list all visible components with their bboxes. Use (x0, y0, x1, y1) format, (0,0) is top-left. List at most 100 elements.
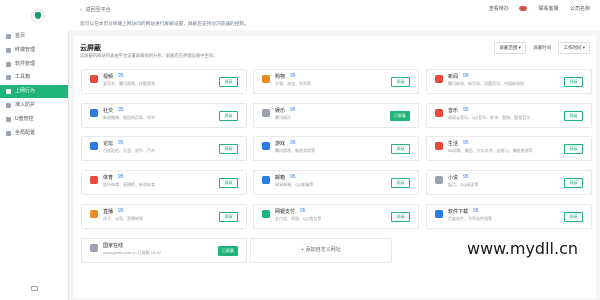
block-button[interactable]: 屏蔽 (219, 111, 238, 121)
category-name: 音乐 (448, 108, 459, 114)
category-icon (435, 176, 443, 184)
top-bar-actions: 查看待办 99 联系客服 公司名称 (469, 5, 590, 12)
block-button[interactable]: 屏蔽 (219, 77, 238, 87)
category-name: 小说 (448, 175, 459, 181)
todo-badge: 99 (518, 6, 528, 11)
category-description: 百度贴吧、天涯、虎扑、汽车 (103, 148, 155, 153)
category-icon (435, 75, 443, 83)
block-button[interactable]: 屏蔽 (391, 178, 410, 188)
panel-subtitle: 云屏蔽的网站列表由平台设置屏蔽规则分析，屏蔽后在终端设备中生效。 (80, 53, 218, 58)
category-score: 95 (118, 208, 124, 214)
category-name: 国家在线 (103, 243, 124, 249)
category-score: 95 (118, 107, 124, 113)
filters: 屏蔽范围 ▾ 屏蔽时间 工作时间 ▾ (488, 42, 590, 54)
category-card: 直播 95 虎牙、斗鱼、直播吧等 屏蔽 (81, 204, 247, 229)
category-card: 生活 95 58同城、美团、大众点评、去哪儿、携程旅游等 屏蔽 (426, 136, 592, 161)
block-button[interactable]: 屏蔽 (564, 144, 583, 154)
category-score: 95 (463, 73, 469, 79)
sidebar-item-label: U盘管控 (15, 115, 34, 122)
app-logo (31, 9, 45, 23)
category-description: 网易云音乐、QQ音乐、虾米、酷狗、酷我音乐 (448, 115, 531, 120)
sidebar-item[interactable]: 终端管理 (0, 44, 68, 57)
category-name: 娱乐 (275, 108, 286, 114)
usb-icon (6, 116, 11, 122)
category-card: 小说 95 起点、QQ阅读等 屏蔽 (426, 170, 592, 195)
category-score: 95 (290, 107, 296, 113)
category-description: 虎牙、斗鱼、直播吧等 (103, 216, 143, 221)
category-card: 购物 95 天猫、淘宝、京东等 屏蔽 (253, 69, 419, 94)
block-button[interactable]: 屏蔽 (564, 77, 583, 87)
category-card: 论坛 95 百度贴吧、天涯、虎扑、汽车 屏蔽 (81, 136, 247, 161)
category-icon (435, 210, 443, 218)
sidebar-item[interactable]: 首页 (0, 30, 68, 43)
category-icon (90, 75, 98, 83)
sidebar-item[interactable]: 上网行为 (0, 85, 68, 99)
internet-behavior-icon (6, 89, 11, 95)
category-name: 体育 (103, 175, 114, 181)
category-description: 支付宝、网银、QQ钱包等 (275, 216, 322, 221)
category-score: 95 (300, 208, 306, 214)
category-score: 95 (118, 73, 124, 79)
top-bar: ‹ 返回至平台 查看待办 99 联系客服 公司名称 (68, 0, 600, 19)
block-button[interactable]: 已屏蔽 (218, 246, 238, 256)
block-button[interactable]: 屏蔽 (391, 144, 410, 154)
category-description: 新浪微博、微信网页版、知乎 (103, 115, 155, 120)
sidebar-item-label: 终端管理 (15, 46, 36, 53)
block-button[interactable]: 屏蔽 (219, 212, 238, 222)
chevron-left-icon: ‹ (80, 7, 82, 13)
sidebar-item[interactable]: 软件管理 (0, 58, 68, 71)
sidebar: 首页终端管理软件管理工具箱上网行为准入防护 U盘管控全局配置 (0, 0, 69, 300)
sidebar-item-label: 软件管理 (15, 60, 36, 67)
home-icon (6, 34, 11, 39)
category-score: 95 (290, 140, 296, 146)
category-name: 社交 (103, 108, 114, 114)
category-card: 视频 95 爱奇艺、腾讯视频、优酷视频 屏蔽 (81, 69, 247, 94)
block-time-select[interactable]: 工作时间 ▾ (558, 42, 590, 54)
notice-text: 您可以在本页对终端上网访问的网站进行屏蔽设置，屏蔽后支持对浏览器的控制。 (80, 21, 249, 26)
category-name: 视频 (103, 74, 114, 80)
category-card: 社交 95 新浪微博、微信网页版、知乎 屏蔽 (81, 103, 247, 128)
block-range-select[interactable]: 屏蔽范围 ▾ (494, 42, 526, 54)
category-icon (90, 244, 98, 252)
category-icon (90, 109, 98, 117)
sidebar-item[interactable]: 全局配置 (0, 127, 68, 140)
category-icon (90, 210, 98, 218)
block-button[interactable]: 屏蔽 (391, 212, 410, 222)
category-description: 爱奇艺、腾讯视频、优酷视频 (103, 81, 155, 86)
category-card: 软件下载 95 百度软件、华军软件园等 屏蔽 (426, 204, 592, 229)
category-score: 95 (463, 174, 469, 180)
category-icon (262, 210, 270, 218)
category-score: 95 (118, 140, 124, 146)
sidebar-item[interactable]: 准入防护 (0, 99, 68, 112)
sidebar-item[interactable]: U盘管控 (0, 113, 68, 126)
category-description: 虎扑体育、直播吧、新浪体育 (103, 182, 155, 187)
category-name: 新闻 (448, 74, 459, 80)
sidebar-item-label: 准入防护 (15, 101, 36, 108)
sidebar-nav: 首页终端管理软件管理工具箱上网行为准入防护 U盘管控全局配置 (0, 30, 68, 140)
category-name: 购物 (275, 74, 286, 80)
block-button[interactable]: 屏蔽 (564, 212, 583, 222)
company-menu[interactable]: 公司名称 (570, 6, 590, 12)
contact-support-link[interactable]: 联系客服 (539, 6, 559, 12)
category-icon (90, 142, 98, 150)
block-button[interactable]: 已屏蔽 (390, 111, 410, 121)
block-button[interactable]: 屏蔽 (391, 77, 410, 87)
category-card: 音乐 95 网易云音乐、QQ音乐、虾米、酷狗、酷我音乐 屏蔽 (426, 103, 592, 128)
block-button[interactable]: 屏蔽 (219, 144, 238, 154)
block-button[interactable]: 屏蔽 (219, 178, 238, 188)
settings-icon (6, 130, 11, 136)
category-description: 58同城、美团、大众点评、去哪儿、携程旅游等 (448, 148, 533, 153)
block-button[interactable]: 屏蔽 (564, 178, 583, 188)
category-icon (262, 142, 270, 150)
collapse-sidebar-icon[interactable] (31, 286, 38, 291)
notice-bar: 您可以在本页对终端上网访问的网站进行屏蔽设置，屏蔽后支持对浏览器的控制。 (68, 18, 600, 30)
sidebar-item-label: 上网行为 (15, 88, 36, 95)
category-description: 网易邮箱、QQ邮箱等 (275, 182, 314, 187)
back-link[interactable]: ‹ 返回至平台 (80, 6, 111, 13)
add-custom-url-button[interactable]: + 添加自定义网址 (250, 238, 392, 263)
todo-link[interactable]: 查看待办 99 (479, 6, 528, 12)
category-score: 95 (290, 73, 296, 79)
block-button[interactable]: 屏蔽 (564, 111, 583, 121)
sidebar-item[interactable]: 工具箱 (0, 71, 68, 84)
category-name: 论坛 (103, 141, 114, 147)
